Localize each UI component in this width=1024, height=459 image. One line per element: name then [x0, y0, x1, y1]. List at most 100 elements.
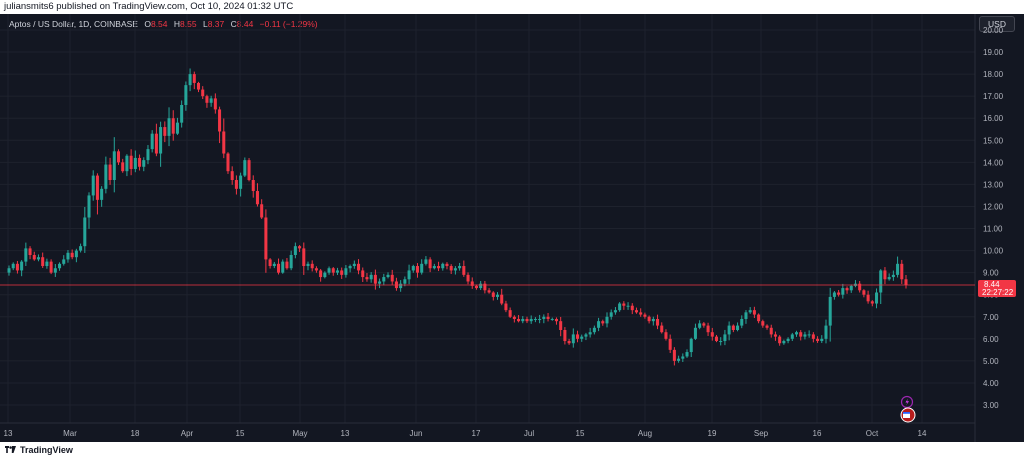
candle-body — [222, 131, 226, 154]
candle-body — [731, 325, 735, 330]
candle-body — [45, 261, 49, 267]
candle-body — [896, 263, 900, 275]
publish-header: juliansmits6 published on TradingView.co… — [0, 0, 1024, 14]
candle-body — [340, 270, 344, 275]
candle-body — [811, 334, 815, 339]
price-chart[interactable]: 3.004.005.006.007.008.009.0010.0011.0012… — [0, 14, 1024, 442]
candle-body — [142, 160, 146, 167]
candle-body — [727, 325, 731, 335]
candle-body — [613, 310, 617, 313]
candle-body — [129, 155, 133, 169]
y-tick-label: 15.00 — [983, 136, 1004, 145]
x-tick-label: 19 — [708, 429, 717, 438]
candle-body — [260, 204, 264, 218]
x-tick-label: 15 — [236, 429, 245, 438]
candle-body — [167, 118, 171, 136]
footer-brand: TradingView — [20, 445, 73, 455]
x-tick-label: Jul — [524, 429, 534, 438]
candle-body — [904, 279, 908, 285]
x-tick-label: Sep — [754, 429, 769, 438]
candle-body — [870, 301, 874, 304]
y-tick-label: 6.00 — [983, 335, 999, 344]
candle-body — [618, 303, 622, 311]
candle-body — [58, 263, 62, 269]
calendar-event-icon[interactable] — [900, 407, 916, 423]
candle-body — [862, 290, 866, 295]
y-tick-label: 7.00 — [983, 313, 999, 322]
y-tick-label: 11.00 — [983, 225, 1003, 234]
candle-body — [605, 316, 609, 324]
candle-body — [239, 175, 243, 189]
candle-body — [576, 334, 580, 339]
candle-body — [736, 325, 740, 330]
candle-body — [571, 334, 575, 344]
candle-body — [538, 318, 542, 320]
candle-body — [588, 332, 592, 335]
candle-body — [382, 277, 386, 282]
x-tick-label: 16 — [813, 429, 822, 438]
candle-body — [479, 283, 483, 289]
candle-body — [702, 323, 706, 326]
candle-body — [757, 314, 761, 322]
candle-body — [698, 323, 702, 328]
candle-body — [150, 133, 154, 150]
candle-body — [437, 266, 441, 269]
candle-body — [138, 157, 142, 167]
candle-body — [837, 292, 841, 295]
candle-body — [243, 160, 247, 176]
candle-body — [647, 316, 651, 322]
x-tick-label: 18 — [131, 429, 140, 438]
candle-body — [504, 303, 508, 311]
candle-body — [550, 318, 554, 320]
candle-body — [820, 338, 824, 342]
candle-body — [879, 270, 883, 293]
x-tick-label: Aug — [638, 429, 652, 438]
candle-body — [272, 263, 276, 267]
candle-body — [226, 153, 230, 172]
candle-body — [900, 263, 904, 280]
candle-body — [378, 281, 382, 284]
candle-body — [660, 325, 664, 333]
y-tick-label: 16.00 — [983, 114, 1004, 123]
candle-body — [744, 312, 748, 319]
candle-body — [218, 109, 222, 132]
candle-body — [778, 336, 782, 344]
y-tick-label: 13.00 — [983, 180, 1004, 189]
x-tick-label: 15 — [576, 429, 585, 438]
candle-body — [116, 151, 121, 163]
candle-body — [453, 268, 457, 271]
candle-body — [592, 327, 596, 333]
x-tick-label: May — [292, 429, 307, 438]
price-tag-countdown: 22:27:22 — [982, 288, 1014, 297]
chart-grid — [0, 14, 975, 423]
candle-body — [53, 268, 57, 273]
candle-body — [348, 266, 352, 269]
candle-body — [803, 334, 807, 337]
candle-body — [74, 250, 78, 258]
y-tick-label: 14.00 — [983, 158, 1004, 167]
candle-body — [799, 332, 803, 337]
candle-body — [601, 321, 605, 324]
candle-body — [521, 318, 525, 322]
candle-body — [672, 349, 676, 361]
candle-body — [752, 310, 756, 315]
price-tag: 8.44 22:27:22 — [978, 280, 1016, 297]
candle-body — [323, 272, 327, 278]
candle-body — [32, 255, 36, 260]
candle-body — [302, 248, 306, 267]
x-tick-label: 14 — [918, 429, 927, 438]
candle-body — [373, 274, 377, 284]
candle-body — [677, 358, 681, 361]
candle-body — [28, 248, 32, 255]
y-tick-label: 19.00 — [983, 48, 1004, 57]
candle-body — [769, 327, 773, 335]
candle-body — [192, 74, 196, 83]
lightning-icon[interactable] — [900, 395, 914, 409]
candle-body — [154, 133, 158, 154]
tradingview-logo-icon — [5, 446, 16, 453]
candle-body — [824, 325, 828, 339]
candle-body — [335, 270, 339, 273]
candles — [7, 68, 908, 366]
candle-body — [462, 266, 466, 275]
x-tick-label: Jun — [410, 429, 423, 438]
